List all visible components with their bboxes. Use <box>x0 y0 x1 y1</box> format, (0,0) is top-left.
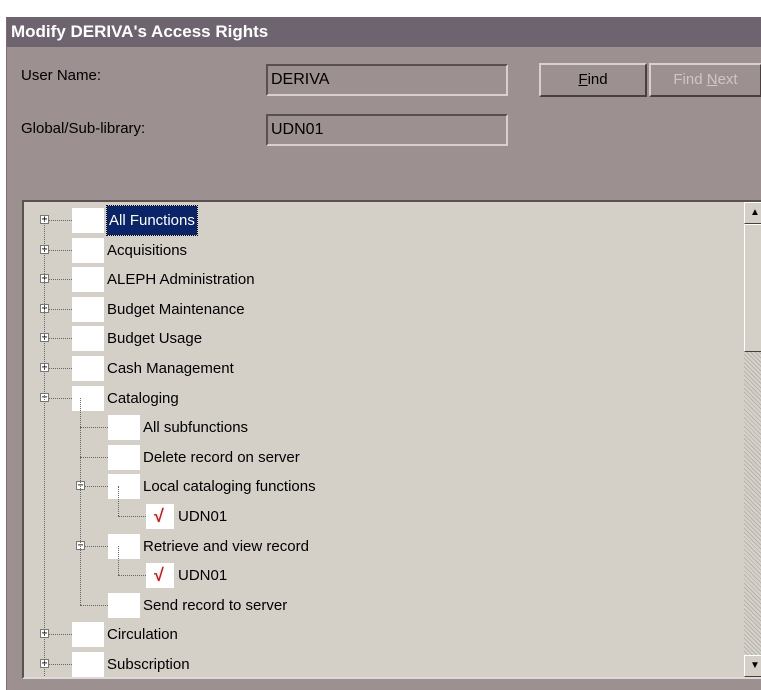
tree-item-box <box>72 237 104 263</box>
scroll-up-arrow-icon[interactable]: ▲ <box>744 202 761 224</box>
tree-item-label: Budget Maintenance <box>107 300 245 318</box>
tree-item[interactable]: Delete record on server <box>24 443 734 472</box>
tree-item[interactable]: Send record to server <box>24 591 734 620</box>
access-rights-dialog: Modify DERIVA's Access Rights User Name:… <box>6 17 761 690</box>
tree-item[interactable]: + All Functions <box>24 205 734 236</box>
tree-item-label: All Functions <box>106 205 198 236</box>
tree-item-label: Acquisitions <box>107 241 188 259</box>
tree-item-box <box>72 267 104 293</box>
find-next-button-label: Find Next <box>673 71 738 88</box>
tree-item-label: Subscription <box>107 656 190 673</box>
tree-item-label: Retrieve and view record <box>143 537 309 555</box>
tree-item-box <box>72 652 104 677</box>
tree-item[interactable]: − Retrieve and view record <box>24 532 734 561</box>
user-name-label: User Name: <box>21 67 102 84</box>
tree-item-label: Cataloging <box>107 389 179 407</box>
tree-item-label: UDN01 <box>178 508 228 525</box>
tree-item[interactable]: √ UDN01 <box>24 502 734 531</box>
sublibrary-field[interactable]: UDN01 <box>266 114 508 146</box>
tree-item[interactable]: + Acquisitions <box>24 236 734 265</box>
sublibrary-label: Global/Sub-library: <box>21 120 146 137</box>
tree-item-box <box>108 592 140 618</box>
tree-item-box <box>72 356 104 381</box>
find-button-label: Find <box>578 71 608 88</box>
tree-item-box <box>108 444 140 470</box>
scroll-down-arrow-icon[interactable]: ▼ <box>744 655 761 677</box>
tree-item-box <box>108 474 140 500</box>
tree-item-label: Delete record on server <box>143 448 300 466</box>
tree-item[interactable]: − Cataloging <box>24 384 734 413</box>
tree-item-box <box>72 326 104 352</box>
access-rights-tree[interactable]: ▲ ▼ + All Functions + Acquisitions + ALEPH Ad… <box>22 200 761 679</box>
tree-item[interactable]: + Budget Maintenance <box>24 295 734 324</box>
tree-item-box <box>72 208 104 233</box>
tree-item-label: Send record to server <box>143 596 288 614</box>
tree-item-label: Budget Usage <box>107 330 203 348</box>
scroll-thumb[interactable] <box>744 224 761 352</box>
tree-item-label: ALEPH Administration <box>107 271 255 289</box>
find-next-button[interactable]: Find Next <box>649 63 761 97</box>
tree-item[interactable]: + Circulation <box>24 620 734 649</box>
tree-item-box <box>108 533 140 559</box>
checkmark-icon: √ <box>154 565 164 586</box>
tree-connector <box>118 545 119 576</box>
tree-item[interactable]: + Cash Management <box>24 354 734 383</box>
find-button[interactable]: Find <box>539 63 647 97</box>
tree-connector <box>80 397 81 605</box>
tree-item-box <box>72 296 104 322</box>
tree-item[interactable]: − Local cataloging functions <box>24 472 734 501</box>
tree-item-label: Circulation <box>107 626 178 644</box>
tree-connector <box>44 220 45 677</box>
tree-item[interactable]: All subfunctions <box>24 413 734 442</box>
tree-item-label: UDN01 <box>178 567 228 585</box>
tree-item-label: Local cataloging functions <box>143 478 316 496</box>
checkmark-icon: √ <box>154 506 164 526</box>
tree-item[interactable]: + ALEPH Administration <box>24 265 734 294</box>
vertical-scrollbar[interactable]: ▲ ▼ <box>744 202 761 677</box>
tree-item-label: All subfunctions <box>143 419 249 437</box>
tree-item-box <box>72 385 104 411</box>
user-name-field[interactable]: DERIVA <box>266 64 508 96</box>
dialog-title: Modify DERIVA's Access Rights <box>7 17 761 47</box>
tree-item[interactable]: + Subscription <box>24 650 734 677</box>
tree-connector <box>118 486 119 516</box>
tree-item[interactable]: √ UDN01 <box>24 561 734 590</box>
tree-item[interactable]: + Budget Usage <box>24 324 734 353</box>
tree-item-box <box>72 622 104 648</box>
tree-item-box <box>108 415 140 441</box>
tree-item-label: Cash Management <box>107 360 234 377</box>
